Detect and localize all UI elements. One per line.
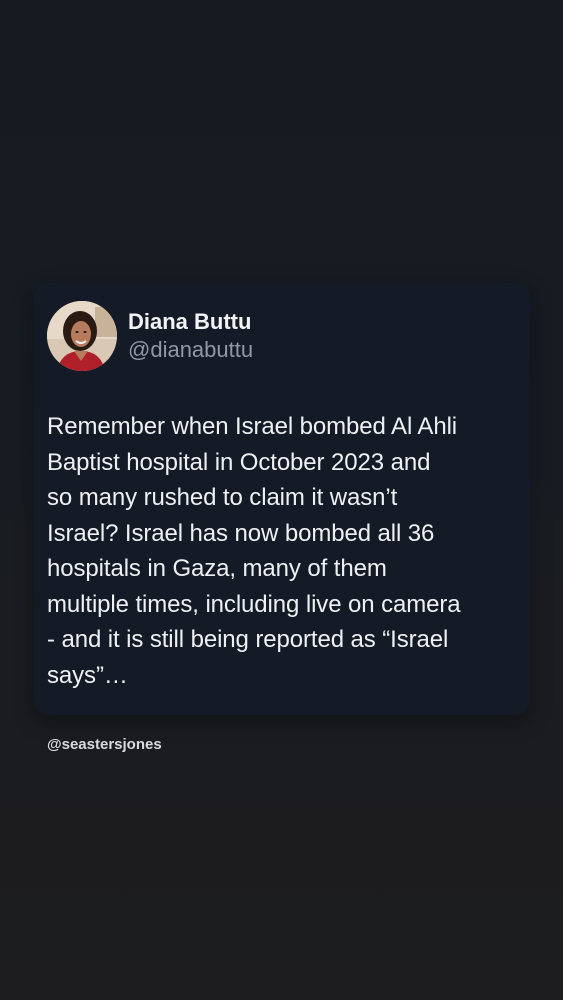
- tweet-card[interactable]: Diana Buttu @dianabuttu Remember when Is…: [34, 283, 530, 715]
- watermark-handle: @seastersjones: [47, 736, 162, 753]
- author-names: Diana Buttu @dianabuttu: [128, 308, 253, 364]
- tweet-author-header: Diana Buttu @dianabuttu: [47, 301, 253, 371]
- tweet-text: Remember when Israel bombed Al Ahli Bapt…: [47, 413, 461, 689]
- avatar[interactable]: [47, 301, 117, 371]
- author-display-name[interactable]: Diana Buttu: [128, 308, 253, 336]
- avatar-image: [47, 301, 117, 371]
- author-handle[interactable]: @dianabuttu: [128, 336, 253, 364]
